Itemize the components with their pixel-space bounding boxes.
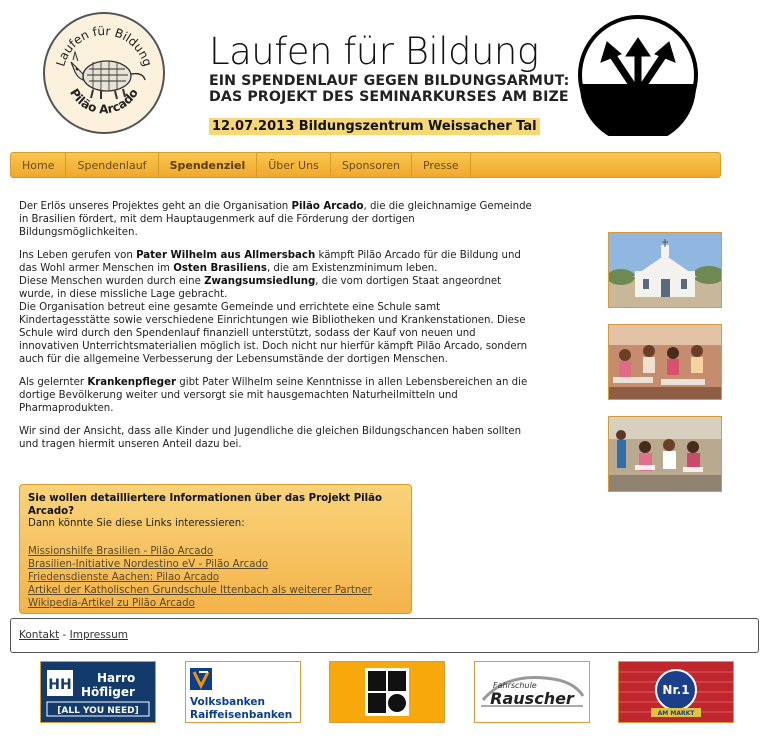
school-logo-icon [577, 14, 699, 144]
info-question: Sie wollen detailliertere Informationen … [28, 493, 383, 517]
page-footer: Kontakt - Impressum [10, 618, 759, 653]
more-info-box: Sie wollen detailliertere Informationen … [19, 484, 412, 614]
main-content: Der Erlös unseres Projektes geht an die … [19, 200, 534, 461]
volksbank-line2: Raiffeisenbanken [190, 709, 292, 721]
site-title: Laufen für Bildung [209, 30, 539, 73]
paragraph-closing: Wir sind der Ansicht, dass alle Kinder u… [19, 426, 522, 450]
harro-mark: HH [48, 677, 71, 693]
nav-ueber-uns[interactable]: Über Uns [257, 153, 331, 177]
harro-tagline: [ALL YOU NEED] [57, 706, 138, 716]
link-grundschule-ittenbach[interactable]: Artikel der Katholischen Grundschule Itt… [28, 584, 403, 597]
event-date: 12.07.2013 Bildungszentrum Weissacher Ta… [209, 118, 540, 135]
link-missionshilfe[interactable]: Missionshilfe Brasilien - Pilão Arcado [28, 545, 403, 558]
link-friedensdienste[interactable]: Friedensdienste Aachen: Pilao Arcado [28, 571, 403, 584]
footer-kontakt-link[interactable]: Kontakt [19, 629, 59, 641]
logo-laufen-fuer-bildung: Laufen für Bildung Pilão Arcado [43, 12, 165, 134]
photo-students-reading [608, 416, 722, 492]
sponsor-harro-hoefliger[interactable]: HH Harro Höfliger [ALL YOU NEED] [40, 661, 156, 723]
nr1-text: Nr.1 [662, 683, 689, 697]
footer-separator: - [59, 629, 70, 641]
nav-spendenziel[interactable]: Spendenziel [159, 153, 258, 177]
footer-impressum-link[interactable]: Impressum [70, 629, 128, 641]
site-subtitle-line2: DAS PROJEKT DES SEMINARKURSES AM BIZE [209, 89, 569, 105]
nav-sponsoren[interactable]: Sponsoren [331, 153, 412, 177]
rauscher-name: Rauscher [490, 689, 575, 708]
sponsor-fahrschule-rauscher[interactable]: Fahrschule Rauscher [474, 661, 590, 723]
photo-church [608, 232, 722, 308]
main-navigation: Home Spendenlauf Spendenziel Über Uns Sp… [10, 152, 721, 178]
nav-spendenlauf[interactable]: Spendenlauf [66, 153, 159, 177]
link-nordestino[interactable]: Brasilien-Initiative Nordestino eV - Pil… [28, 558, 403, 571]
nav-presse[interactable]: Presse [412, 153, 471, 177]
nav-home[interactable]: Home [11, 153, 67, 177]
paragraph-intro: Der Erlös unseres Projektes geht an die … [19, 201, 532, 238]
paragraph-nurse: Als gelernter Krankenpfleger gibt Pater … [19, 377, 528, 414]
nr1-small: AM MARKT [658, 710, 696, 717]
sponsor-square-logo[interactable] [329, 661, 445, 723]
square-logo-icon [365, 668, 409, 716]
paragraph-history: Ins Leben gerufen von Pater Wilhelm aus … [19, 250, 528, 365]
sponsor-nr1-am-markt[interactable]: Nr.1 AM MARKT [618, 661, 734, 723]
harro-line1: Harro [97, 671, 135, 685]
link-wikipedia[interactable]: Wikipedia-Artikel zu Pilão Arcado [28, 597, 403, 610]
info-intro: Dann könnte Sie diese Links interessiere… [28, 518, 245, 529]
sponsor-volksbank[interactable]: Volksbanken Raiffeisenbanken [185, 661, 301, 723]
volksbank-line1: Volksbanken [190, 696, 265, 708]
photo-classroom [608, 324, 722, 400]
harro-line2: Höfliger [81, 685, 135, 699]
site-subtitle-line1: EIN SPENDENLAUF GEGEN BILDUNGSARMUT: [209, 73, 570, 89]
